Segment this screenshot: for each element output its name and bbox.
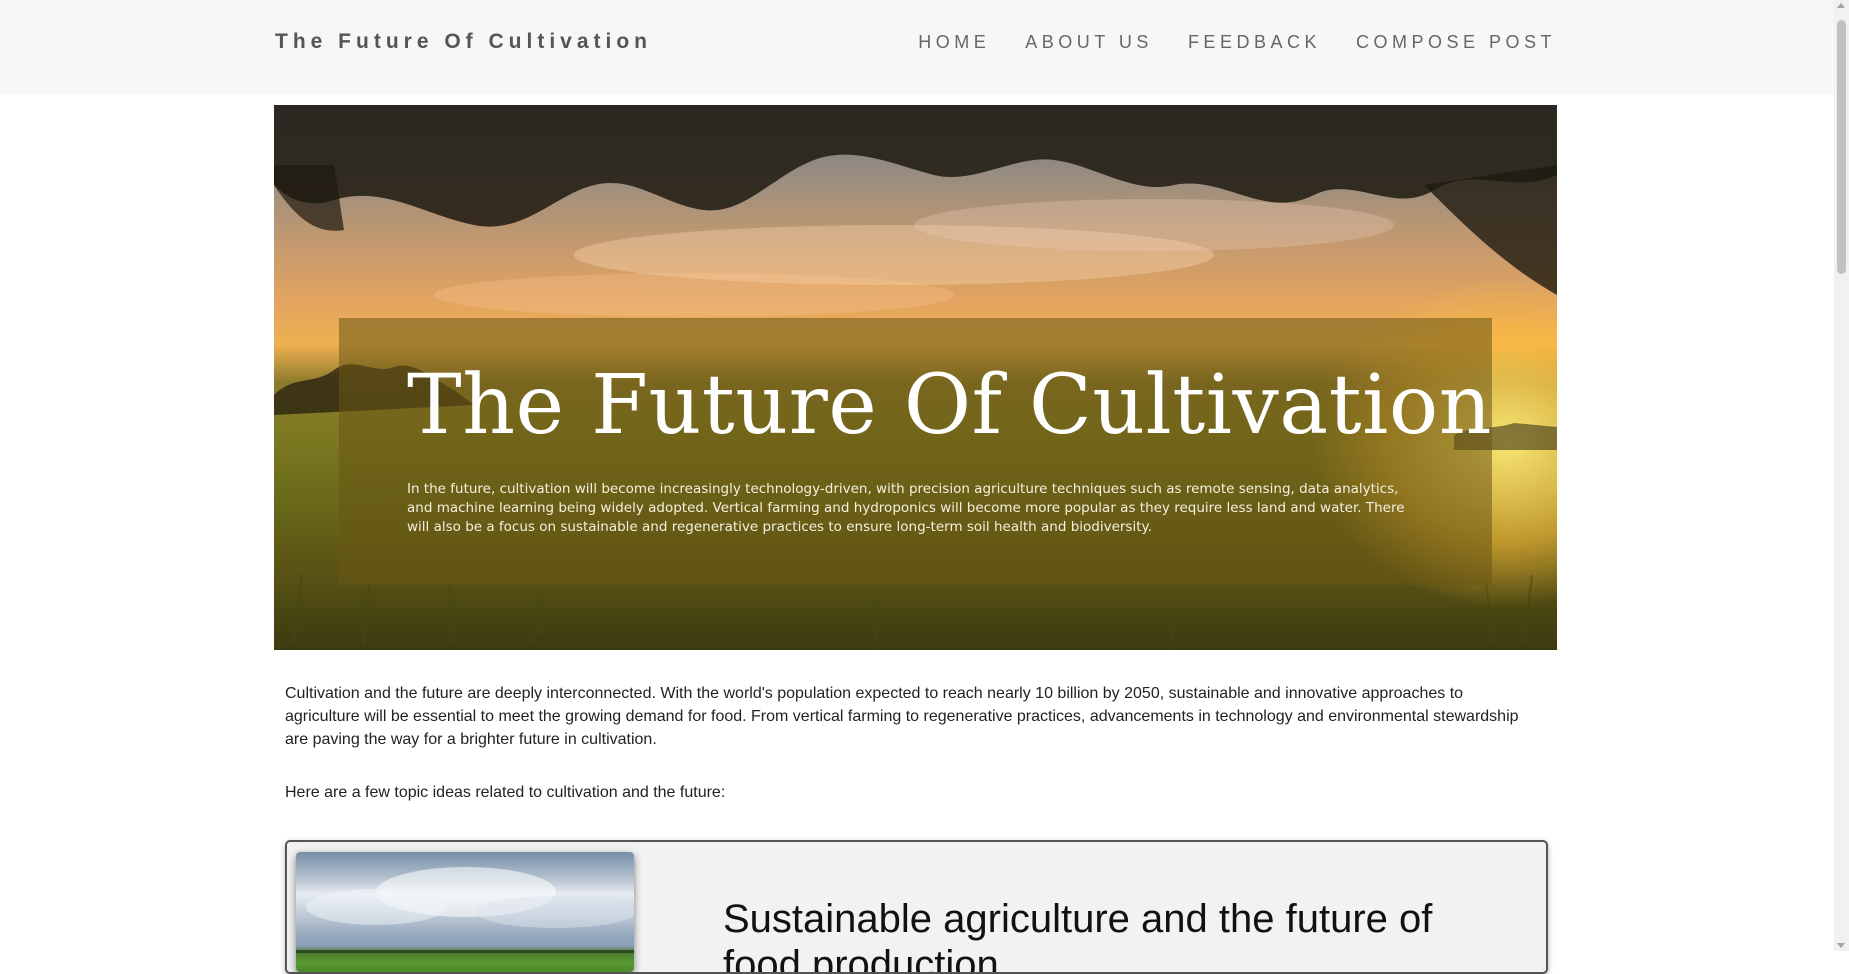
scrollbar-thumb[interactable] — [1837, 20, 1846, 274]
scroll-down-arrow-icon[interactable] — [1837, 943, 1845, 948]
nav-about-us-link[interactable]: ABOUT US — [1025, 32, 1153, 53]
brand-link[interactable]: The Future Of Cultivation — [275, 30, 652, 54]
nav-home-link[interactable]: HOME — [918, 32, 990, 53]
hero-banner: The Future Of Cultivation In the future,… — [274, 105, 1557, 650]
top-navbar: The Future Of Cultivation HOME ABOUT US … — [0, 0, 1834, 94]
nav-feedback-link[interactable]: FEEDBACK — [1188, 32, 1321, 53]
topic-card-image — [296, 852, 634, 972]
hero-text-overlay: The Future Of Cultivation In the future,… — [339, 318, 1492, 585]
hero-title: The Future Of Cultivation — [407, 358, 1493, 453]
hero-description: In the future, cultivation will become i… — [407, 481, 1405, 535]
topic-card-title[interactable]: Sustainable agriculture and the future o… — [723, 896, 1503, 972]
nav-menu: HOME ABOUT US FEEDBACK COMPOSE POST — [918, 32, 1556, 53]
nav-compose-post-link[interactable]: COMPOSE POST — [1356, 32, 1556, 53]
topic-lead-text: Here are a few topic ideas related to cu… — [285, 784, 726, 801]
intro-paragraph: Cultivation and the future are deeply in… — [285, 685, 1519, 748]
topic-card[interactable]: Sustainable agriculture and the future o… — [285, 840, 1548, 974]
scroll-up-arrow-icon[interactable] — [1837, 3, 1845, 8]
vertical-scrollbar[interactable] — [1834, 0, 1849, 951]
